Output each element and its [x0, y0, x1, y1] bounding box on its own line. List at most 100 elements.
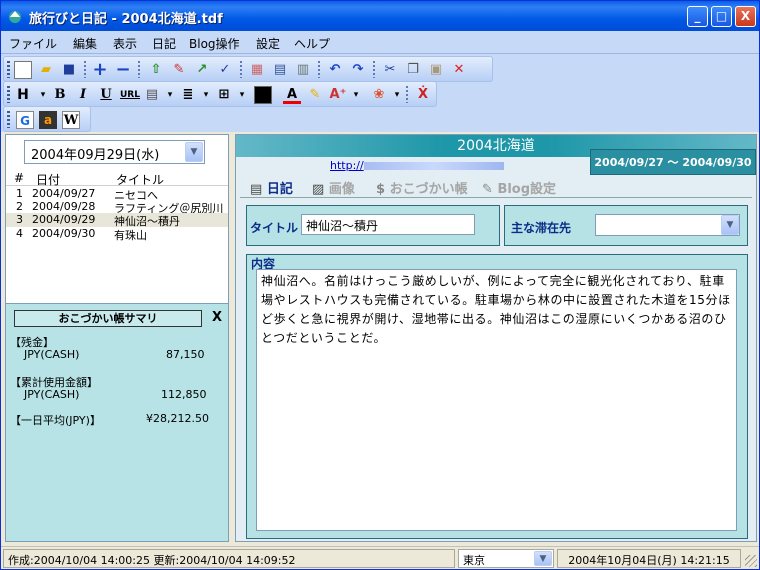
italic-button[interactable]: I	[74, 86, 92, 104]
close-button[interactable]: X	[735, 6, 756, 27]
entry-num: 1	[16, 187, 23, 200]
col-date-header[interactable]: 日付	[36, 171, 60, 188]
calendar-icon[interactable]: ▦	[248, 61, 266, 79]
used-item: JPY(CASH)	[24, 388, 80, 401]
entry-date: 2004/09/28	[32, 200, 96, 213]
table-icon[interactable]: ⊞	[215, 86, 233, 104]
frame-icon[interactable]: ▤	[143, 86, 161, 104]
money-icon: $	[376, 182, 386, 197]
search-toolbar: G a W	[3, 106, 91, 132]
remove-icon[interactable]: −	[114, 61, 132, 79]
current-time: 2004年10月04日(月) 14:21:15	[557, 549, 741, 568]
new-icon[interactable]	[14, 61, 32, 79]
place-select[interactable]	[595, 214, 740, 236]
tab-label: おこづかい帳	[389, 182, 468, 197]
wikipedia-icon[interactable]: W	[62, 111, 80, 129]
summary-close-button[interactable]: X	[212, 310, 222, 325]
entry-num: 2	[16, 200, 23, 213]
entry-list-header: # 日付 タイトル	[6, 169, 228, 188]
font-color-icon[interactable]: A	[283, 86, 301, 104]
tab-blog-settings[interactable]: ✎ Blog設定	[482, 178, 556, 198]
tab-label: Blog設定	[497, 182, 557, 197]
daily-average-label: 【一日平均(JPY)】	[10, 414, 101, 427]
minimize-button[interactable]: _	[687, 6, 708, 27]
font-size-icon[interactable]: A⁺	[329, 86, 347, 104]
image-icon: ▨	[312, 182, 325, 197]
align-dropdown-icon[interactable]: ▾	[197, 86, 215, 104]
tab-images[interactable]: ▨ 画像	[312, 178, 355, 198]
paste-icon[interactable]: ▣	[427, 61, 445, 79]
col-num-header[interactable]: #	[14, 171, 24, 185]
settings-icon[interactable]: ▥	[294, 61, 312, 79]
color-swatch-icon[interactable]	[254, 86, 272, 104]
col-title-header[interactable]: タイトル	[116, 171, 164, 188]
cut-icon[interactable]: ✂	[381, 61, 399, 79]
emoji-dropdown-icon[interactable]: ▾	[388, 86, 406, 104]
check-icon[interactable]: ✓	[216, 61, 234, 79]
copy-icon[interactable]: ❐	[404, 61, 422, 79]
menu-edit[interactable]: 編集	[73, 35, 97, 52]
list-item[interactable]: 4 2004/09/30 有珠山	[6, 227, 228, 242]
tab-label: 日記	[266, 182, 293, 197]
underline-button[interactable]: U	[97, 86, 115, 104]
heading-icon[interactable]: H	[14, 86, 32, 104]
url-button[interactable]: URL	[120, 86, 140, 104]
entry-date: 2004/09/30	[32, 227, 96, 240]
menu-file[interactable]: ファイル	[9, 35, 57, 52]
entry-num: 4	[16, 227, 23, 240]
font-size-dropdown-icon[interactable]: ▾	[347, 86, 365, 104]
maximize-button[interactable]: □	[711, 6, 732, 27]
list-item[interactable]: 1 2004/09/27 ニセコへ	[6, 187, 228, 202]
undo-icon[interactable]: ↶	[326, 61, 344, 79]
menu-view[interactable]: 表示	[113, 35, 137, 52]
amazon-icon[interactable]: a	[39, 111, 57, 129]
import-icon[interactable]: ✎	[170, 61, 188, 79]
emoji-icon[interactable]: ❀	[370, 86, 388, 104]
menu-help[interactable]: ヘルプ	[294, 35, 330, 52]
content-textarea[interactable]: 神仙沼へ。名前はけっこう厳めしいが、例によって完全に観光化されており、駐車場やレ…	[256, 269, 737, 531]
city-select[interactable]: 東京 ▼	[458, 549, 554, 568]
chevron-down-icon[interactable]: ▼	[721, 215, 739, 235]
redo-icon[interactable]: ↷	[349, 61, 367, 79]
table-dropdown-icon[interactable]: ▾	[233, 86, 251, 104]
menu-settings[interactable]: 設定	[256, 35, 280, 52]
trip-period: 2004/09/27 〜 2004/09/30	[590, 149, 756, 175]
place-field-box: 主な滞在先 ▼	[504, 205, 748, 246]
highlight-icon[interactable]: ✎	[306, 86, 324, 104]
align-icon[interactable]: ≣	[179, 86, 197, 104]
photo-icon[interactable]: ▤	[271, 61, 289, 79]
export-icon[interactable]: ⇧	[147, 61, 165, 79]
place-label: 主な滞在先	[511, 221, 572, 235]
summary-title: おこづかい帳サマリ	[14, 310, 202, 327]
tab-allowance[interactable]: $ おこづかい帳	[376, 178, 468, 198]
menu-diary[interactable]: 日記	[152, 35, 176, 52]
chevron-down-icon[interactable]: ▼	[185, 142, 203, 162]
selected-date: 2004年09月29日(水)	[31, 148, 160, 163]
google-icon[interactable]: G	[16, 111, 34, 129]
open-folder-icon[interactable]: ▰	[37, 61, 55, 79]
date-picker[interactable]: 2004年09月29日(水) ▼	[24, 140, 205, 164]
title-input[interactable]: 神仙沼〜積丹	[301, 214, 475, 235]
menu-blog[interactable]: Blog操作	[189, 35, 240, 52]
heading-dropdown-icon[interactable]: ▾	[34, 86, 52, 104]
bold-button[interactable]: B	[51, 86, 69, 104]
list-item[interactable]: 2 2004/09/28 ラフティング＠尻別川	[6, 200, 228, 215]
save-icon[interactable]: ■	[60, 61, 78, 79]
right-pane: 2004北海道 http:// 2004/09/27 〜 2004/09/30 …	[235, 134, 757, 542]
blog-url-link[interactable]: http://	[330, 159, 364, 172]
status-bar: 作成:2004/10/04 14:00:25 更新:2004/10/04 14:…	[1, 546, 759, 569]
tab-bar: ▤ 日記 ▨ 画像 $ おこづかい帳 ✎ Blog設定	[240, 176, 752, 198]
title-bar[interactable]: 旅行びと日記 - 2004北海道.tdf _ □ X	[1, 1, 759, 31]
frame-dropdown-icon[interactable]: ▾	[161, 86, 179, 104]
resize-grip-icon[interactable]	[745, 555, 757, 567]
clear-format-icon[interactable]: Ẋ	[414, 86, 432, 104]
delete-icon[interactable]: ✕	[450, 61, 468, 79]
title-field-box: タイトル 神仙沼〜積丹	[246, 205, 500, 246]
publish-icon[interactable]: ↗	[193, 61, 211, 79]
allowance-summary-panel: おこづかい帳サマリ X 【残金】 JPY(CASH) 87,150 【累計使用金…	[5, 303, 229, 542]
chevron-down-icon[interactable]: ▼	[534, 551, 552, 566]
list-item-selected[interactable]: 3 2004/09/29 神仙沼〜積丹	[6, 213, 228, 228]
timestamps: 作成:2004/10/04 14:00:25 更新:2004/10/04 14:…	[3, 549, 455, 568]
add-icon[interactable]: +	[91, 61, 109, 79]
tab-diary[interactable]: ▤ 日記	[250, 178, 293, 198]
